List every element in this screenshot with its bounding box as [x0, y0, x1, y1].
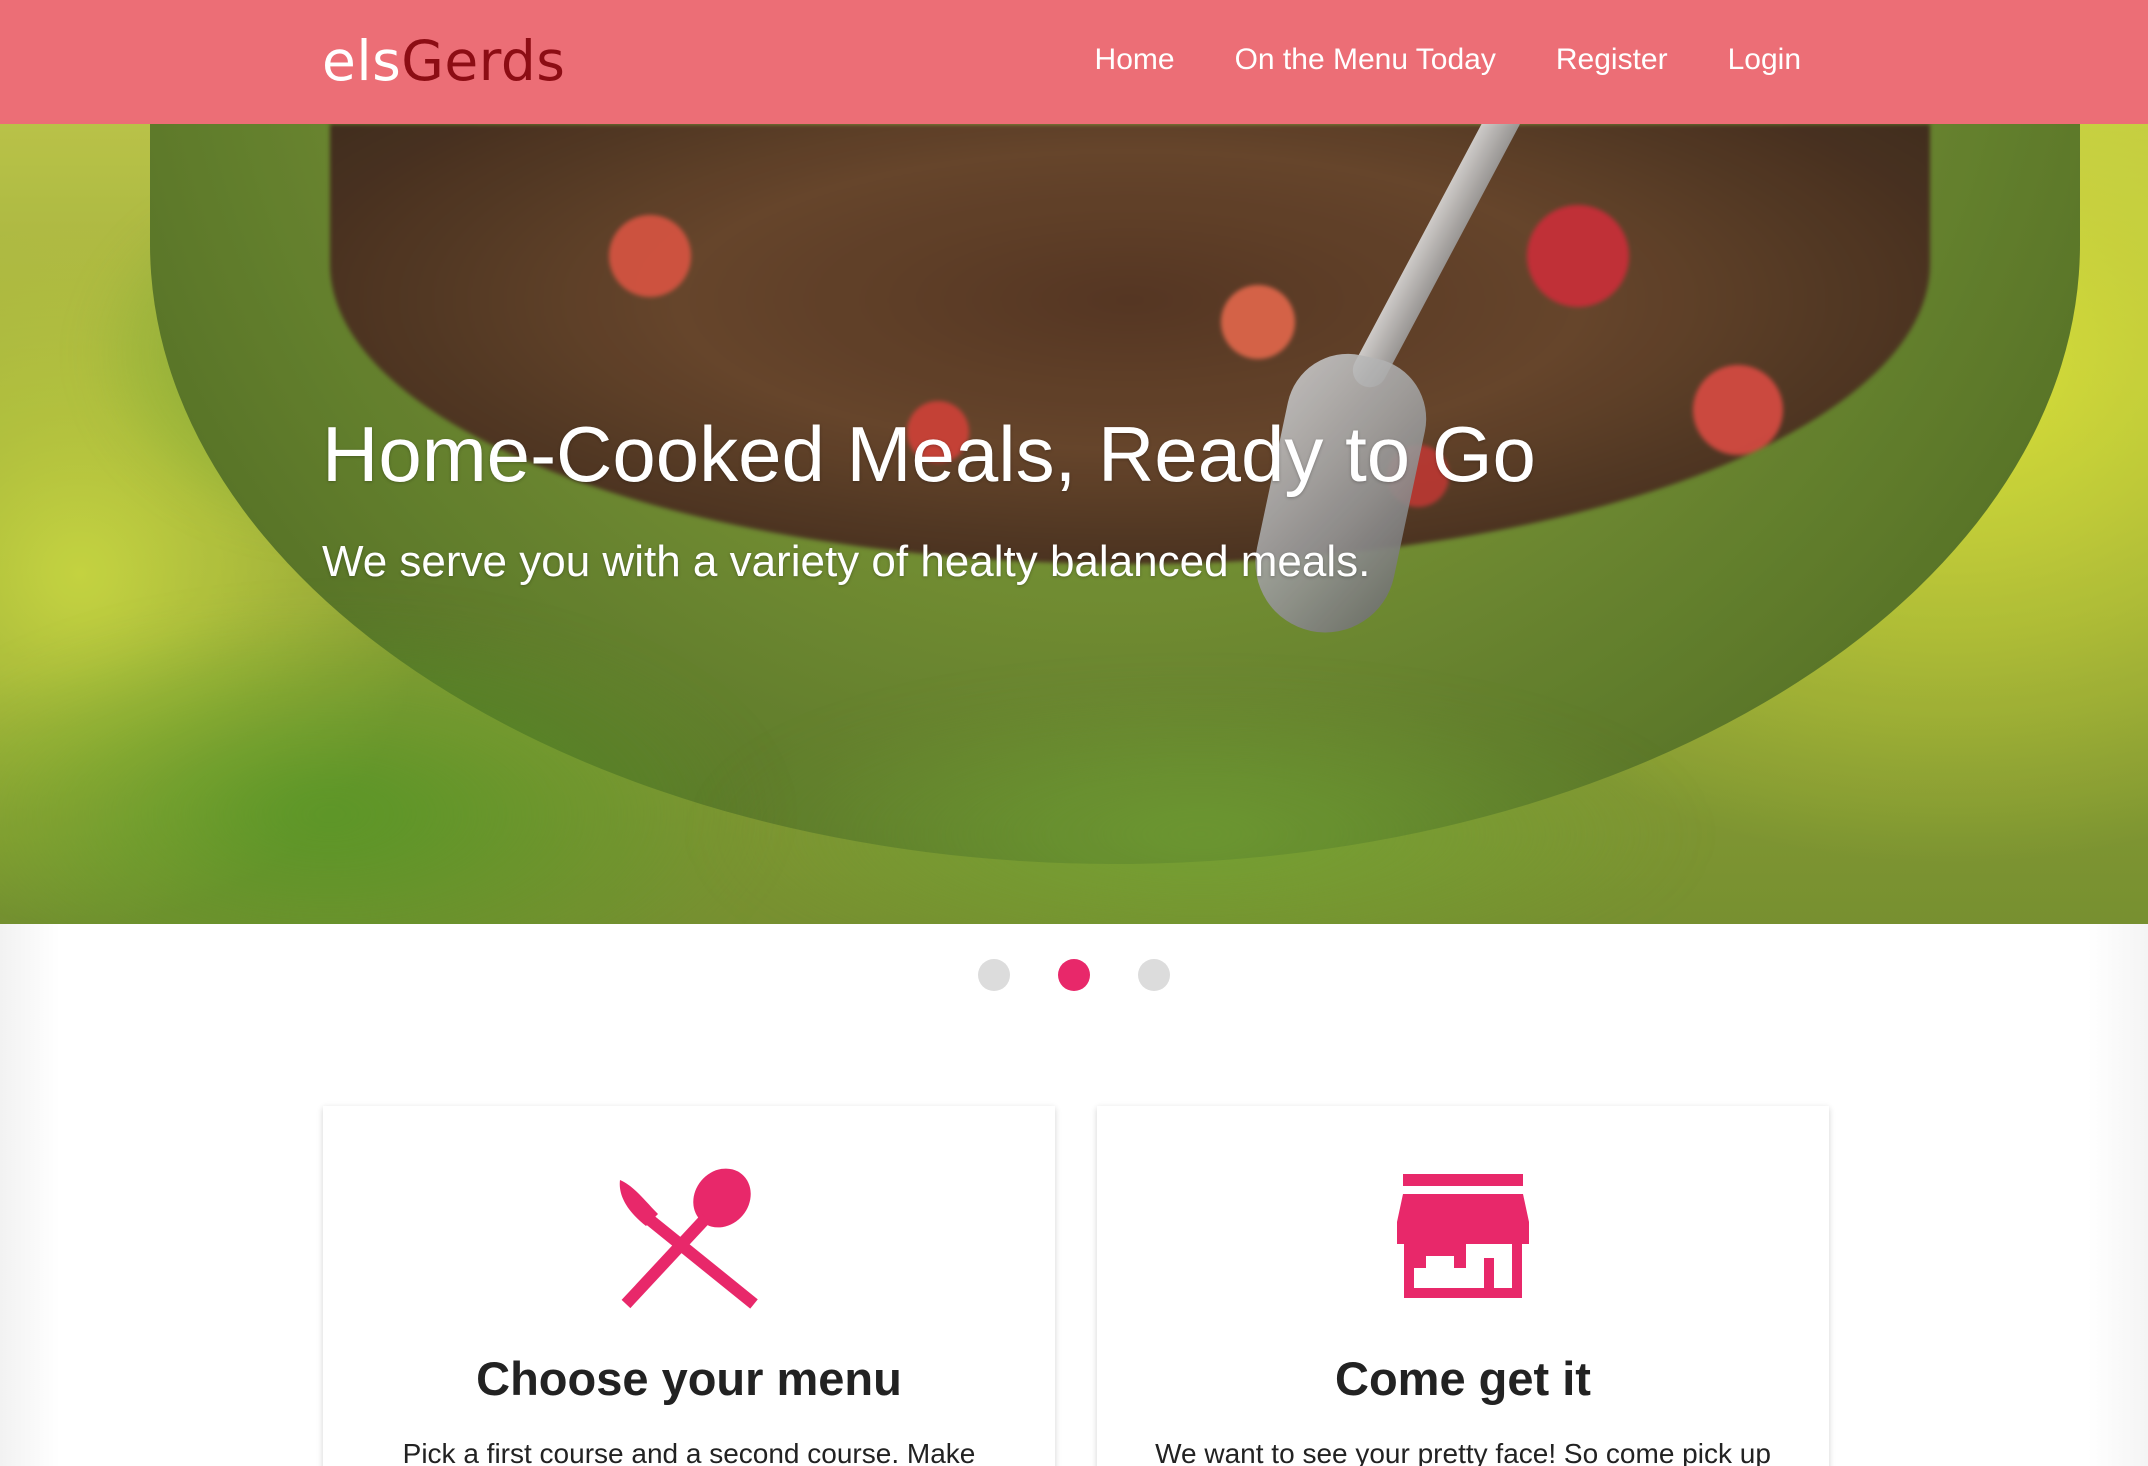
nav-link-menu-today[interactable]: On the Menu Today [1235, 40, 1496, 80]
nav-link-home[interactable]: Home [1095, 40, 1175, 80]
feature-card-pickup: Come get it We want to see your pretty f… [1097, 1106, 1829, 1466]
carousel-dot-2[interactable] [1058, 959, 1090, 991]
hero-overlay [0, 124, 2148, 924]
nav-link-login[interactable]: Login [1728, 40, 1801, 80]
cutlery-icon [619, 1168, 758, 1309]
navbar: elsGerds Home On the Menu Today Register… [0, 0, 2148, 124]
card-text: We want to see your pretty face! So come… [1155, 1438, 1771, 1466]
page: elsGerds Home On the Menu Today Register… [0, 0, 2148, 1466]
hero-carousel: Home-Cooked Meals, Ready to Go We serve … [0, 124, 2148, 924]
store-icon [1397, 1174, 1529, 1298]
card-title: Choose your menu [476, 1352, 902, 1405]
brand-name-part1: els [322, 29, 402, 93]
hero-title: Home-Cooked Meals, Ready to Go [322, 410, 1536, 498]
carousel-dot-3[interactable] [1138, 959, 1170, 991]
card-text: Pick a first course and a second course.… [402, 1438, 976, 1466]
card-title: Come get it [1335, 1352, 1591, 1405]
carousel-indicators [0, 959, 2148, 991]
brand-name-part2: Gerds [401, 29, 566, 93]
carousel-dot-1[interactable] [978, 959, 1010, 991]
brand-logo[interactable]: elsGerds [322, 26, 565, 96]
hero-subtitle: We serve you with a variety of healty ba… [322, 537, 1371, 586]
nav-link-register[interactable]: Register [1556, 40, 1668, 80]
feature-card-menu: Choose your menu Pick a first course and… [323, 1106, 1055, 1466]
main-nav: Home On the Menu Today Register Login [1095, 40, 1801, 80]
